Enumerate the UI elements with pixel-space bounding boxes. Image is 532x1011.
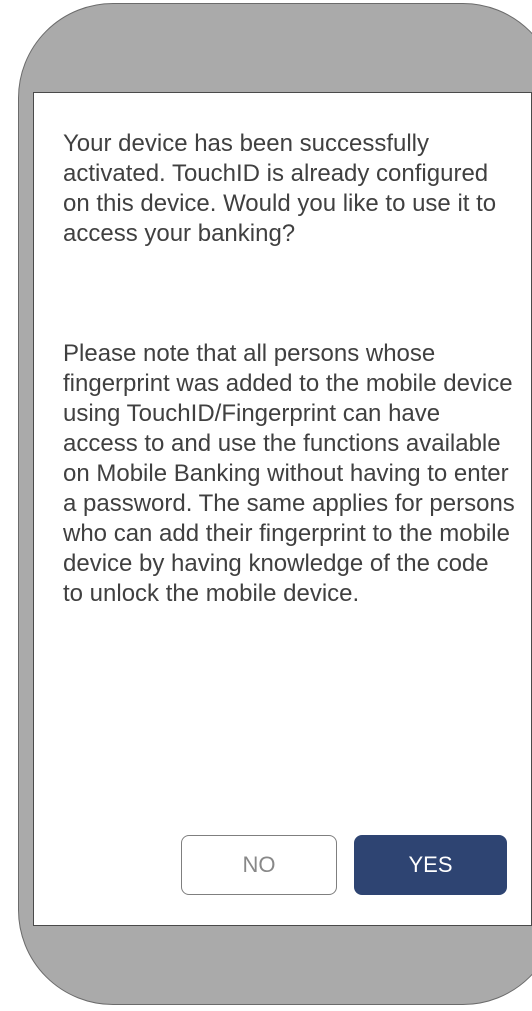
dialog-screen: Your device has been successfully activa… — [33, 92, 532, 926]
fingerprint-notice: Please note that all persons whose finge… — [63, 340, 515, 607]
no-button[interactable]: NO — [181, 835, 337, 895]
yes-button[interactable]: YES — [354, 835, 507, 895]
activation-message: Your device has been successfully activa… — [63, 130, 497, 247]
